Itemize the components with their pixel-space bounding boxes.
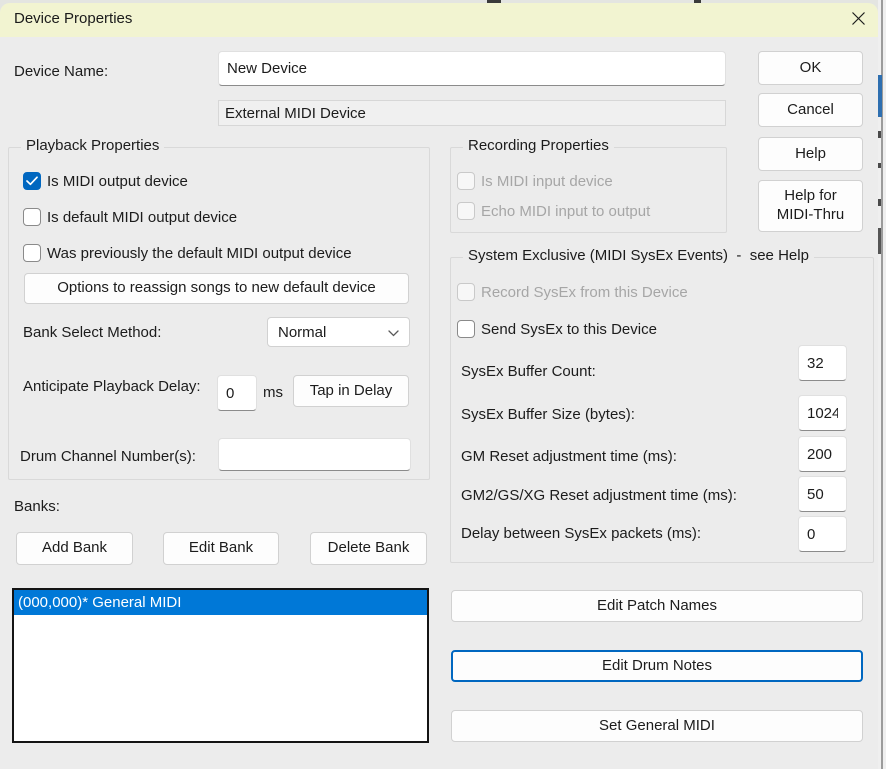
recording-properties-group: Recording Properties (450, 147, 727, 233)
anticipate-delay-input[interactable] (217, 375, 257, 411)
gm2-reset-time-input[interactable] (798, 476, 847, 512)
send-sysex-checkbox[interactable] (457, 320, 475, 338)
anticipate-delay-unit: ms (263, 384, 283, 401)
is-midi-output-checkbox[interactable] (23, 172, 41, 190)
is-midi-input-label: Is MIDI input device (481, 173, 613, 190)
anticipate-delay-label: Anticipate Playback Delay: (23, 378, 201, 395)
playback-properties-title: Playback Properties (21, 137, 164, 154)
echo-midi-input-label: Echo MIDI input to output (481, 203, 650, 220)
is-midi-output-label: Is MIDI output device (47, 173, 188, 190)
gm2-reset-time-label: GM2/GS/XG Reset adjustment time (ms): (461, 487, 737, 504)
sysex-buffer-count-label: SysEx Buffer Count: (461, 363, 596, 380)
help-button[interactable]: Help (758, 137, 863, 171)
device-type-field: External MIDI Device (218, 100, 726, 126)
drum-channel-input[interactable] (218, 438, 411, 471)
dialog-title: Device Properties (14, 10, 132, 27)
titlebar: Device Properties (0, 3, 878, 37)
banks-listbox[interactable]: (000,000)* General MIDI (12, 588, 429, 743)
sysex-buffer-size-input[interactable] (798, 395, 847, 431)
check-icon (26, 173, 38, 190)
drum-channel-label: Drum Channel Number(s): (20, 448, 196, 465)
sysex-packet-delay-input[interactable] (798, 516, 847, 552)
bank-list-item[interactable]: (000,000)* General MIDI (14, 590, 427, 615)
close-button[interactable] (838, 3, 878, 37)
gm-reset-time-input[interactable] (798, 436, 847, 472)
device-name-label: Device Name: (14, 63, 108, 80)
send-sysex-label: Send SysEx to this Device (481, 321, 657, 338)
bank-select-value: Normal (278, 324, 326, 341)
banks-label: Banks: (14, 498, 60, 515)
sysex-buffer-size-label: SysEx Buffer Size (bytes): (461, 406, 635, 423)
tap-in-delay-button[interactable]: Tap in Delay (293, 375, 409, 407)
was-previous-default-label: Was previously the default MIDI output d… (47, 245, 352, 262)
playback-properties-group: Playback Properties (8, 147, 430, 480)
bank-select-dropdown[interactable]: Normal (267, 317, 410, 347)
sysex-buffer-count-input[interactable] (798, 345, 847, 381)
device-name-input[interactable] (218, 51, 726, 86)
sysex-packet-delay-label: Delay between SysEx packets (ms): (461, 525, 701, 542)
cancel-button[interactable]: Cancel (758, 93, 863, 127)
close-icon (851, 11, 866, 30)
echo-midi-input-checkbox (457, 202, 475, 220)
sysex-title: System Exclusive (MIDI SysEx Events) - s… (463, 247, 814, 264)
edit-drum-notes-button[interactable]: Edit Drum Notes (451, 650, 863, 682)
set-general-midi-button[interactable]: Set General MIDI (451, 710, 863, 742)
screen: Device Properties Device Name: External … (0, 0, 886, 769)
edit-patch-names-button[interactable]: Edit Patch Names (451, 590, 863, 622)
bank-select-method-label: Bank Select Method: (23, 324, 161, 341)
edit-bank-button[interactable]: Edit Bank (163, 532, 279, 565)
is-midi-input-checkbox (457, 172, 475, 190)
record-sysex-label: Record SysEx from this Device (481, 284, 688, 301)
gm-reset-time-label: GM Reset adjustment time (ms): (461, 448, 677, 465)
background-window-edge (878, 0, 886, 769)
chevron-down-icon (388, 324, 399, 341)
is-default-midi-output-label: Is default MIDI output device (47, 209, 237, 226)
was-previous-default-checkbox[interactable] (23, 244, 41, 262)
device-properties-dialog: Device Properties Device Name: External … (0, 3, 878, 769)
add-bank-button[interactable]: Add Bank (16, 532, 133, 565)
reassign-songs-button[interactable]: Options to reassign songs to new default… (24, 273, 409, 304)
recording-properties-title: Recording Properties (463, 137, 614, 154)
ok-button[interactable]: OK (758, 51, 863, 85)
delete-bank-button[interactable]: Delete Bank (310, 532, 427, 565)
record-sysex-checkbox (457, 283, 475, 301)
help-midi-thru-button[interactable]: Help for MIDI-Thru (758, 180, 863, 232)
is-default-midi-output-checkbox[interactable] (23, 208, 41, 226)
